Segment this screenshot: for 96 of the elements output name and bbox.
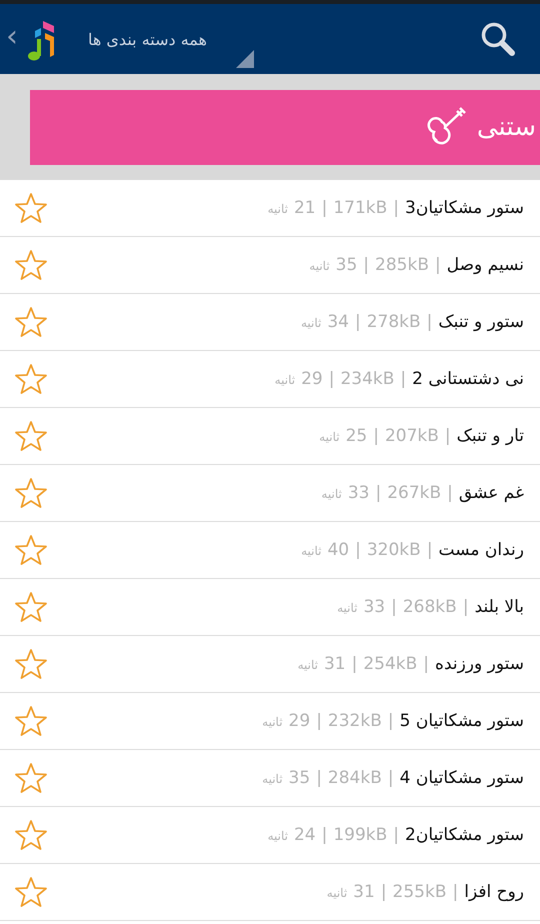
duration-unit: ثانیه — [262, 715, 283, 729]
separator: | — [380, 882, 387, 902]
star-icon[interactable] — [14, 534, 48, 566]
duration-unit: ثانیه — [337, 601, 358, 615]
file-size: 285kB — [375, 255, 429, 275]
file-size: 278kB — [366, 312, 421, 332]
track-title: ستور مشکاتیان3 — [405, 198, 524, 218]
duration-unit: ثانیه — [268, 202, 288, 216]
file-size: 320kB — [366, 540, 421, 560]
star-icon[interactable] — [14, 591, 48, 623]
separator: | — [426, 312, 432, 332]
separator: | — [393, 825, 400, 845]
back-chevron[interactable]: ‹ — [6, 22, 18, 52]
duration: 31 — [353, 882, 375, 902]
star-icon[interactable] — [14, 192, 48, 224]
separator: | — [393, 198, 400, 218]
duration: 40 — [327, 540, 350, 560]
track-title: نی دشتستانی 2 — [412, 369, 524, 389]
file-size: 199kB — [333, 825, 388, 845]
separator: | — [462, 597, 469, 617]
separator: | — [423, 654, 430, 674]
duration-unit: ثانیه — [319, 430, 340, 444]
duration: 33 — [348, 483, 370, 503]
track-title: ستور و تنبک — [438, 312, 524, 332]
dropdown-triangle-icon — [236, 50, 254, 68]
separator: | — [355, 540, 361, 560]
star-icon[interactable] — [14, 249, 48, 281]
duration-unit: ثانیه — [321, 487, 342, 501]
duration: 24 — [294, 825, 316, 845]
duration-unit: ثانیه — [262, 772, 283, 786]
separator: | — [322, 825, 328, 845]
star-icon[interactable] — [14, 648, 48, 680]
separator: | — [426, 540, 433, 560]
separator: | — [354, 312, 361, 332]
duration-unit: ثانیه — [301, 544, 322, 558]
separator: | — [388, 768, 394, 788]
duration: 25 — [346, 426, 368, 446]
file-size: 171kB — [333, 198, 388, 218]
duration: 34 — [327, 312, 349, 332]
track-title: ستور مشکاتیان 4 — [400, 768, 524, 788]
track-title: رندان مست — [438, 540, 524, 560]
search-icon[interactable] — [480, 21, 516, 57]
separator: | — [435, 255, 441, 275]
track-title: ستور مشکاتیان 5 — [400, 711, 524, 731]
star-icon[interactable] — [14, 876, 48, 908]
track-title: تار و تنبک — [456, 426, 524, 446]
separator: | — [363, 255, 370, 275]
track-title: روح افزا — [464, 882, 524, 902]
separator: | — [373, 426, 379, 446]
star-icon[interactable] — [14, 363, 48, 395]
duration-unit: ثانیه — [326, 886, 348, 900]
duration-unit: ثانیه — [298, 658, 318, 672]
file-size: 232kB — [328, 711, 382, 731]
separator: | — [391, 597, 397, 617]
file-size: 268kB — [402, 597, 457, 617]
separator: | — [388, 711, 394, 731]
track-title: نسیم وصل — [446, 255, 524, 275]
file-size: 254kB — [363, 654, 418, 674]
separator: | — [400, 369, 406, 389]
separator: | — [444, 426, 451, 446]
duration: 35 — [288, 768, 310, 788]
category-title: ستنی — [476, 112, 536, 142]
track-title: ستور مشکاتیان2 — [405, 825, 524, 845]
separator: | — [316, 711, 322, 731]
track-title: بالا بلند — [474, 597, 524, 617]
file-size: 207kB — [384, 426, 439, 446]
separator: | — [352, 654, 358, 674]
star-icon[interactable] — [14, 819, 48, 851]
duration: 29 — [301, 369, 323, 389]
file-size: 267kB — [387, 483, 442, 503]
star-icon[interactable] — [14, 705, 48, 737]
star-icon[interactable] — [14, 306, 48, 338]
track-title: ستور ورزنده — [435, 654, 524, 674]
star-icon[interactable] — [14, 420, 48, 452]
category-dropdown[interactable]: همه دسته بندی ها — [78, 4, 254, 74]
duration: 35 — [336, 255, 358, 275]
star-icon[interactable] — [14, 762, 48, 794]
duration: 31 — [324, 654, 346, 674]
duration-unit: ثانیه — [300, 316, 322, 330]
separator: | — [322, 198, 328, 218]
separator: | — [316, 768, 322, 788]
separator: | — [375, 483, 382, 503]
star-icon[interactable] — [14, 477, 48, 509]
track-title: غم عشق — [458, 483, 524, 503]
separator: | — [447, 483, 453, 503]
file-size: 234kB — [340, 369, 394, 389]
duration: 21 — [294, 198, 316, 218]
duration-unit: ثانیه — [274, 373, 296, 387]
duration: 33 — [363, 597, 386, 617]
file-size: 255kB — [392, 882, 447, 902]
file-size: 284kB — [328, 768, 382, 788]
duration: 29 — [288, 711, 310, 731]
duration-unit: ثانیه — [268, 829, 288, 843]
separator: | — [328, 369, 334, 389]
duration-unit: ثانیه — [309, 259, 330, 273]
separator: | — [452, 882, 458, 902]
